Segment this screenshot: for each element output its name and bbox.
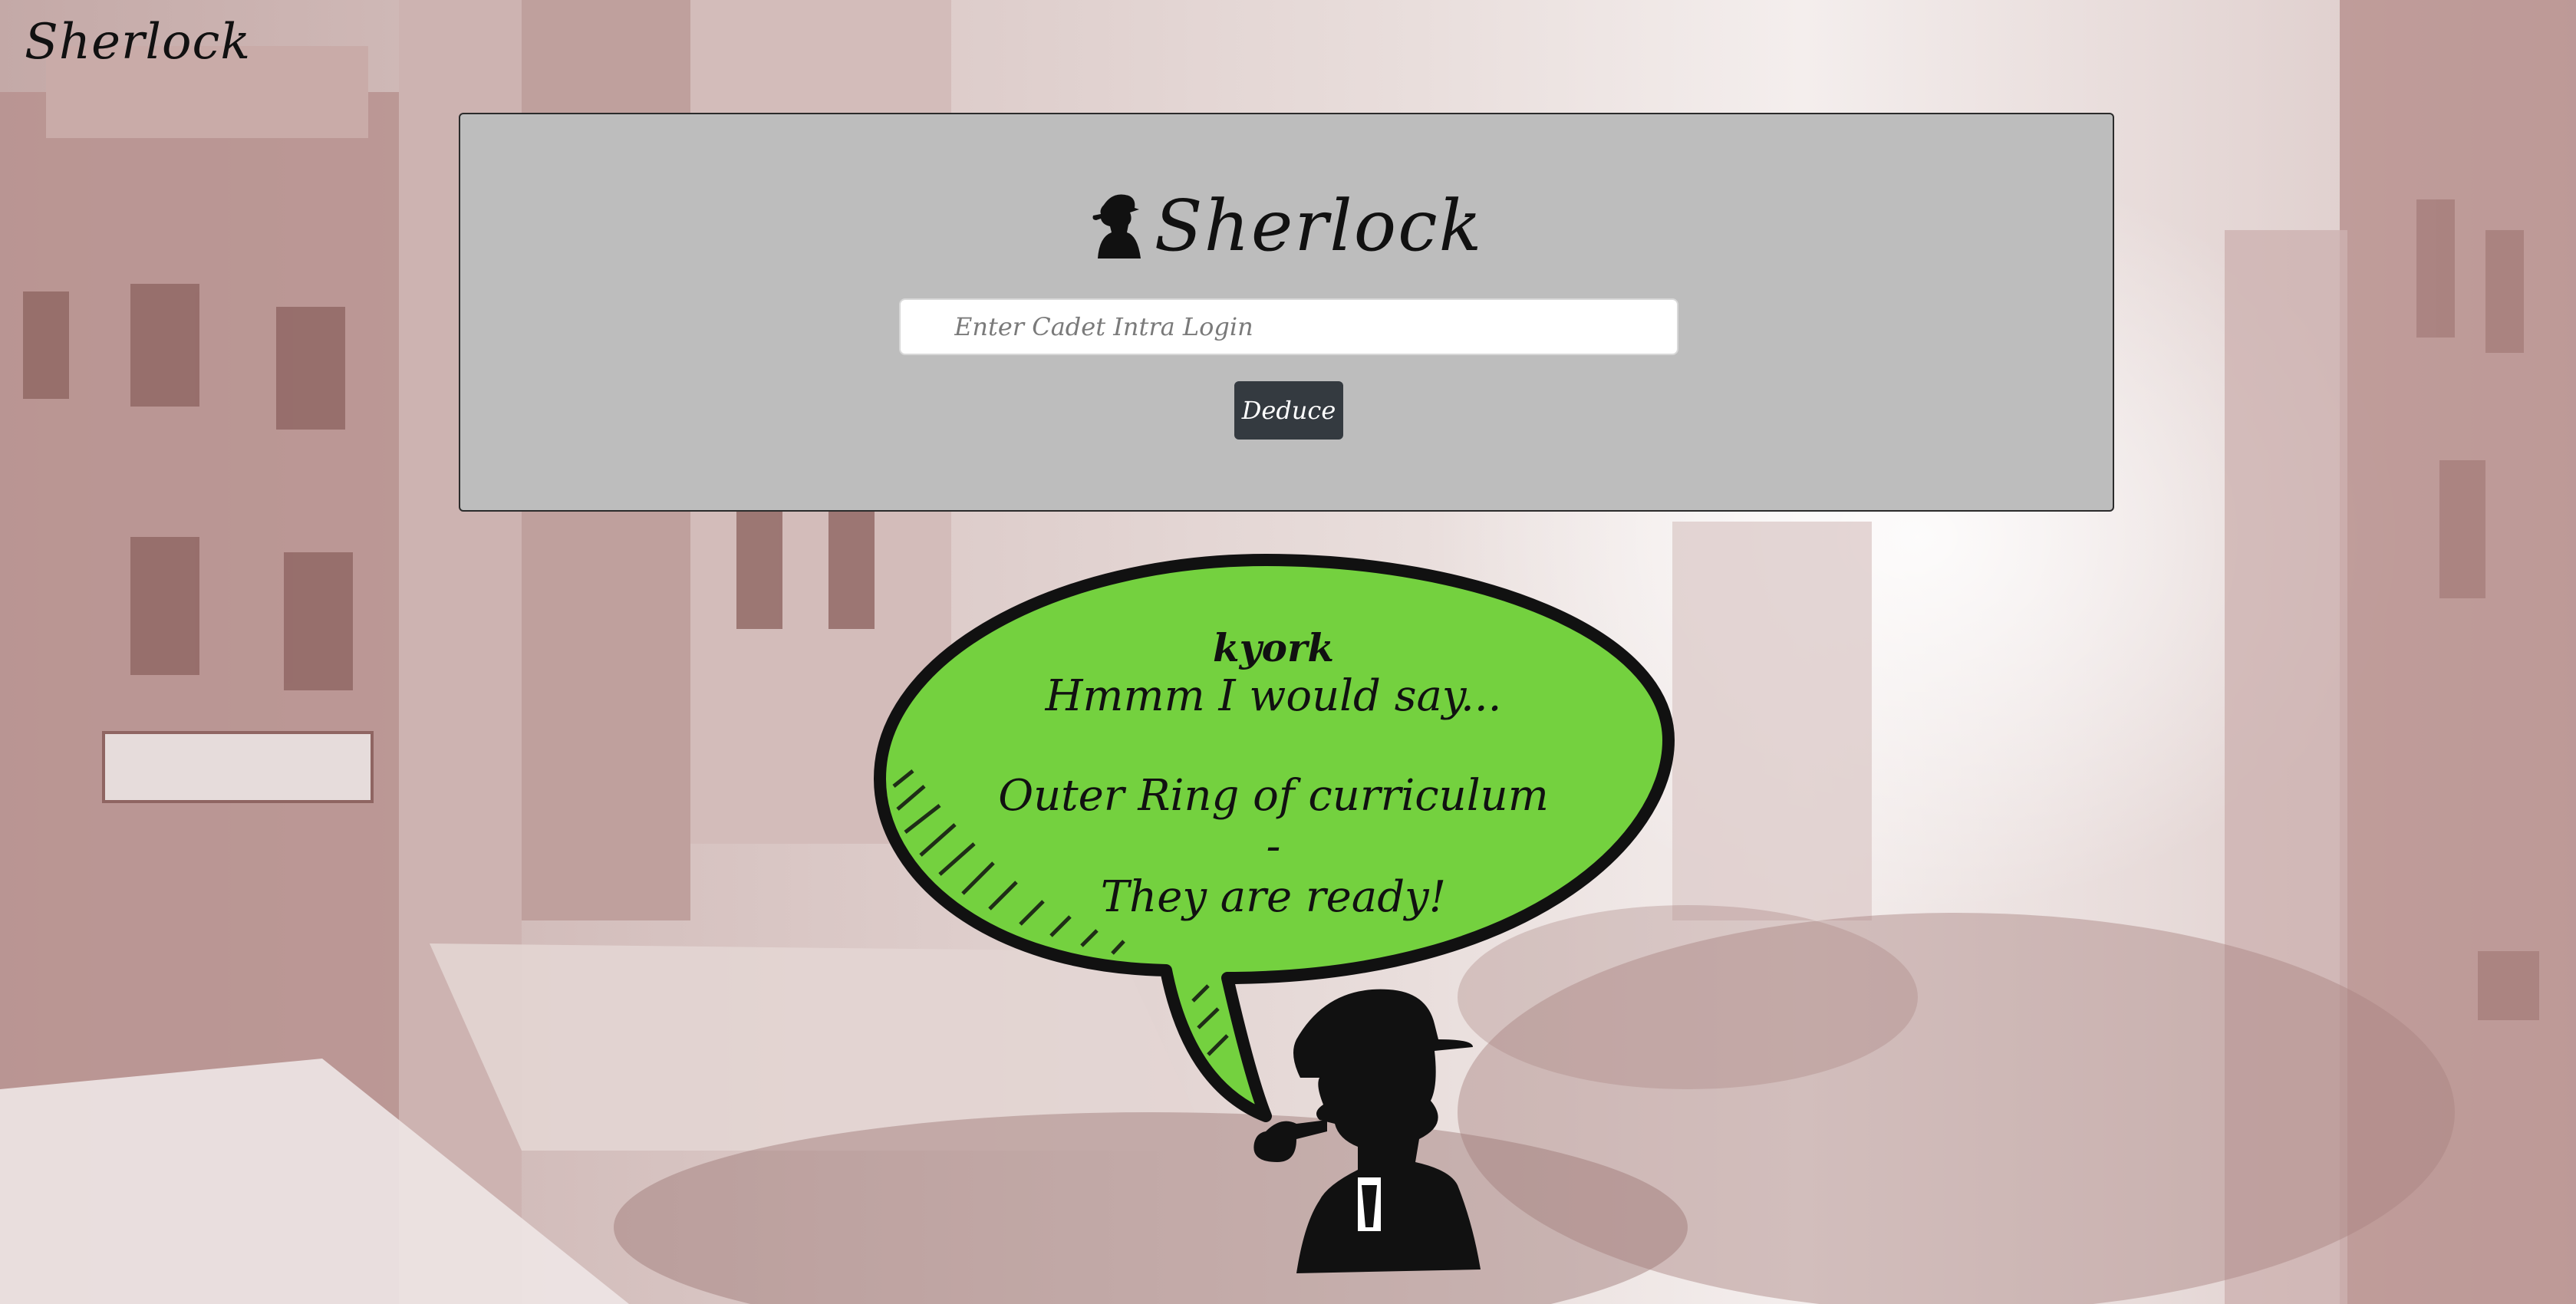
login-card: Sherlock Deduce (459, 113, 2114, 512)
deduce-button[interactable]: Deduce (1234, 381, 1343, 440)
detective-icon (1090, 189, 1144, 262)
result-verdict-line-1: Outer Ring of curriculum - (998, 771, 1549, 871)
logo-text: Sherlock (1154, 184, 1484, 267)
sherlock-pipe-silhouette (1253, 989, 1481, 1273)
logo: Sherlock (460, 183, 2113, 268)
brand-title: Sherlock (25, 14, 252, 71)
result-verdict-line-2: They are ready! (1100, 872, 1447, 922)
result-intro: Hmmm I would say... (1045, 671, 1502, 721)
cadet-login-input[interactable] (899, 298, 1678, 355)
result-text: kyork Hmmm I would say... Outer Ring of … (997, 625, 1550, 923)
result-speech-bubble: kyork Hmmm I would say... Outer Ring of … (867, 548, 1680, 1296)
result-username: kyork (1212, 625, 1335, 670)
